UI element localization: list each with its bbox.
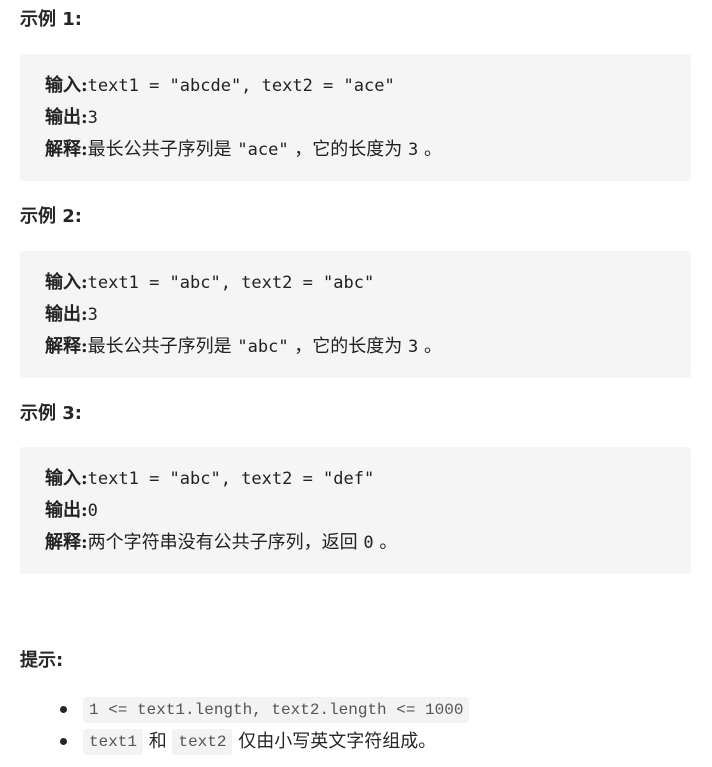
explain-text: 最长公共子序列是 bbox=[87, 139, 238, 160]
explain-code: "ace" bbox=[237, 140, 289, 160]
explain-text: 。 bbox=[418, 139, 443, 160]
explain-text: 。 bbox=[418, 336, 443, 357]
hint-item-constraints: 1 <= text1.length, text2.length <= 1000 bbox=[60, 696, 470, 728]
output-value: 0 bbox=[87, 501, 98, 521]
example-3-block: 输入:text1 = "abc", text2 = "def" 输出:0 解释:… bbox=[20, 447, 691, 574]
explain-text: 。 bbox=[373, 532, 398, 553]
example-3-explain-line: 解释:两个字符串没有公共子序列，返回 0 。 bbox=[45, 528, 691, 560]
example-2-output-line: 输出:3 bbox=[45, 300, 691, 332]
hints-title: 提示: bbox=[20, 650, 64, 671]
hint-text: 仅由小写英文字符组成。 bbox=[232, 731, 437, 752]
bullet-icon bbox=[60, 738, 67, 745]
explain-number: 0 bbox=[363, 533, 374, 553]
inline-code: 1 <= text1.length, text2.length <= 1000 bbox=[83, 697, 470, 723]
explain-text: 两个字符串没有公共子序列，返回 bbox=[87, 532, 364, 553]
input-value: text1 = "abc", text2 = "def" bbox=[87, 469, 375, 489]
hint-item-charset: text1 和 text2 仅由小写英文字符组成。 bbox=[60, 728, 469, 760]
bullet-icon bbox=[60, 706, 67, 713]
hints-list: 1 <= text1.length, text2.length <= 1000 … bbox=[60, 696, 470, 760]
output-value: 3 bbox=[87, 108, 98, 128]
input-label: 输入: bbox=[45, 272, 88, 293]
input-value: text1 = "abcde", text2 = "ace" bbox=[87, 76, 395, 96]
explain-number: 3 bbox=[408, 337, 419, 357]
example-1-input-line: 输入:text1 = "abcde", text2 = "ace" bbox=[45, 71, 691, 103]
explain-label: 解释: bbox=[45, 532, 88, 553]
explain-text: ，它的长度为 bbox=[288, 139, 409, 160]
input-value: text1 = "abc", text2 = "abc" bbox=[87, 273, 375, 293]
output-label: 输出: bbox=[45, 107, 88, 128]
input-label: 输入: bbox=[45, 75, 88, 96]
example-2-block: 输入:text1 = "abc", text2 = "abc" 输出:3 解释:… bbox=[20, 251, 691, 378]
example-2-title: 示例 2: bbox=[20, 206, 82, 227]
explain-code: "abc" bbox=[237, 337, 289, 357]
inline-code: text1 bbox=[83, 729, 144, 755]
output-value: 3 bbox=[87, 305, 98, 325]
example-2-explain-line: 解释:最长公共子序列是 "abc" ，它的长度为 3 。 bbox=[45, 332, 691, 364]
output-label: 输出: bbox=[45, 500, 88, 521]
example-1-title: 示例 1: bbox=[20, 9, 82, 30]
hint-text: 和 bbox=[143, 731, 173, 752]
output-label: 输出: bbox=[45, 304, 88, 325]
inline-code: text2 bbox=[172, 729, 233, 755]
example-3-output-line: 输出:0 bbox=[45, 496, 691, 528]
example-2-input-line: 输入:text1 = "abc", text2 = "abc" bbox=[45, 268, 691, 300]
explain-text: 最长公共子序列是 bbox=[87, 336, 238, 357]
explain-number: 3 bbox=[408, 140, 419, 160]
explain-label: 解释: bbox=[45, 139, 88, 160]
example-1-block: 输入:text1 = "abcde", text2 = "ace" 输出:3 解… bbox=[20, 54, 691, 181]
example-3-input-line: 输入:text1 = "abc", text2 = "def" bbox=[45, 464, 691, 496]
input-label: 输入: bbox=[45, 468, 88, 489]
example-3-title: 示例 3: bbox=[20, 403, 82, 424]
example-1-output-line: 输出:3 bbox=[45, 103, 691, 135]
explain-text: ，它的长度为 bbox=[288, 336, 409, 357]
example-1-explain-line: 解释:最长公共子序列是 "ace" ，它的长度为 3 。 bbox=[45, 135, 691, 167]
explain-label: 解释: bbox=[45, 336, 88, 357]
